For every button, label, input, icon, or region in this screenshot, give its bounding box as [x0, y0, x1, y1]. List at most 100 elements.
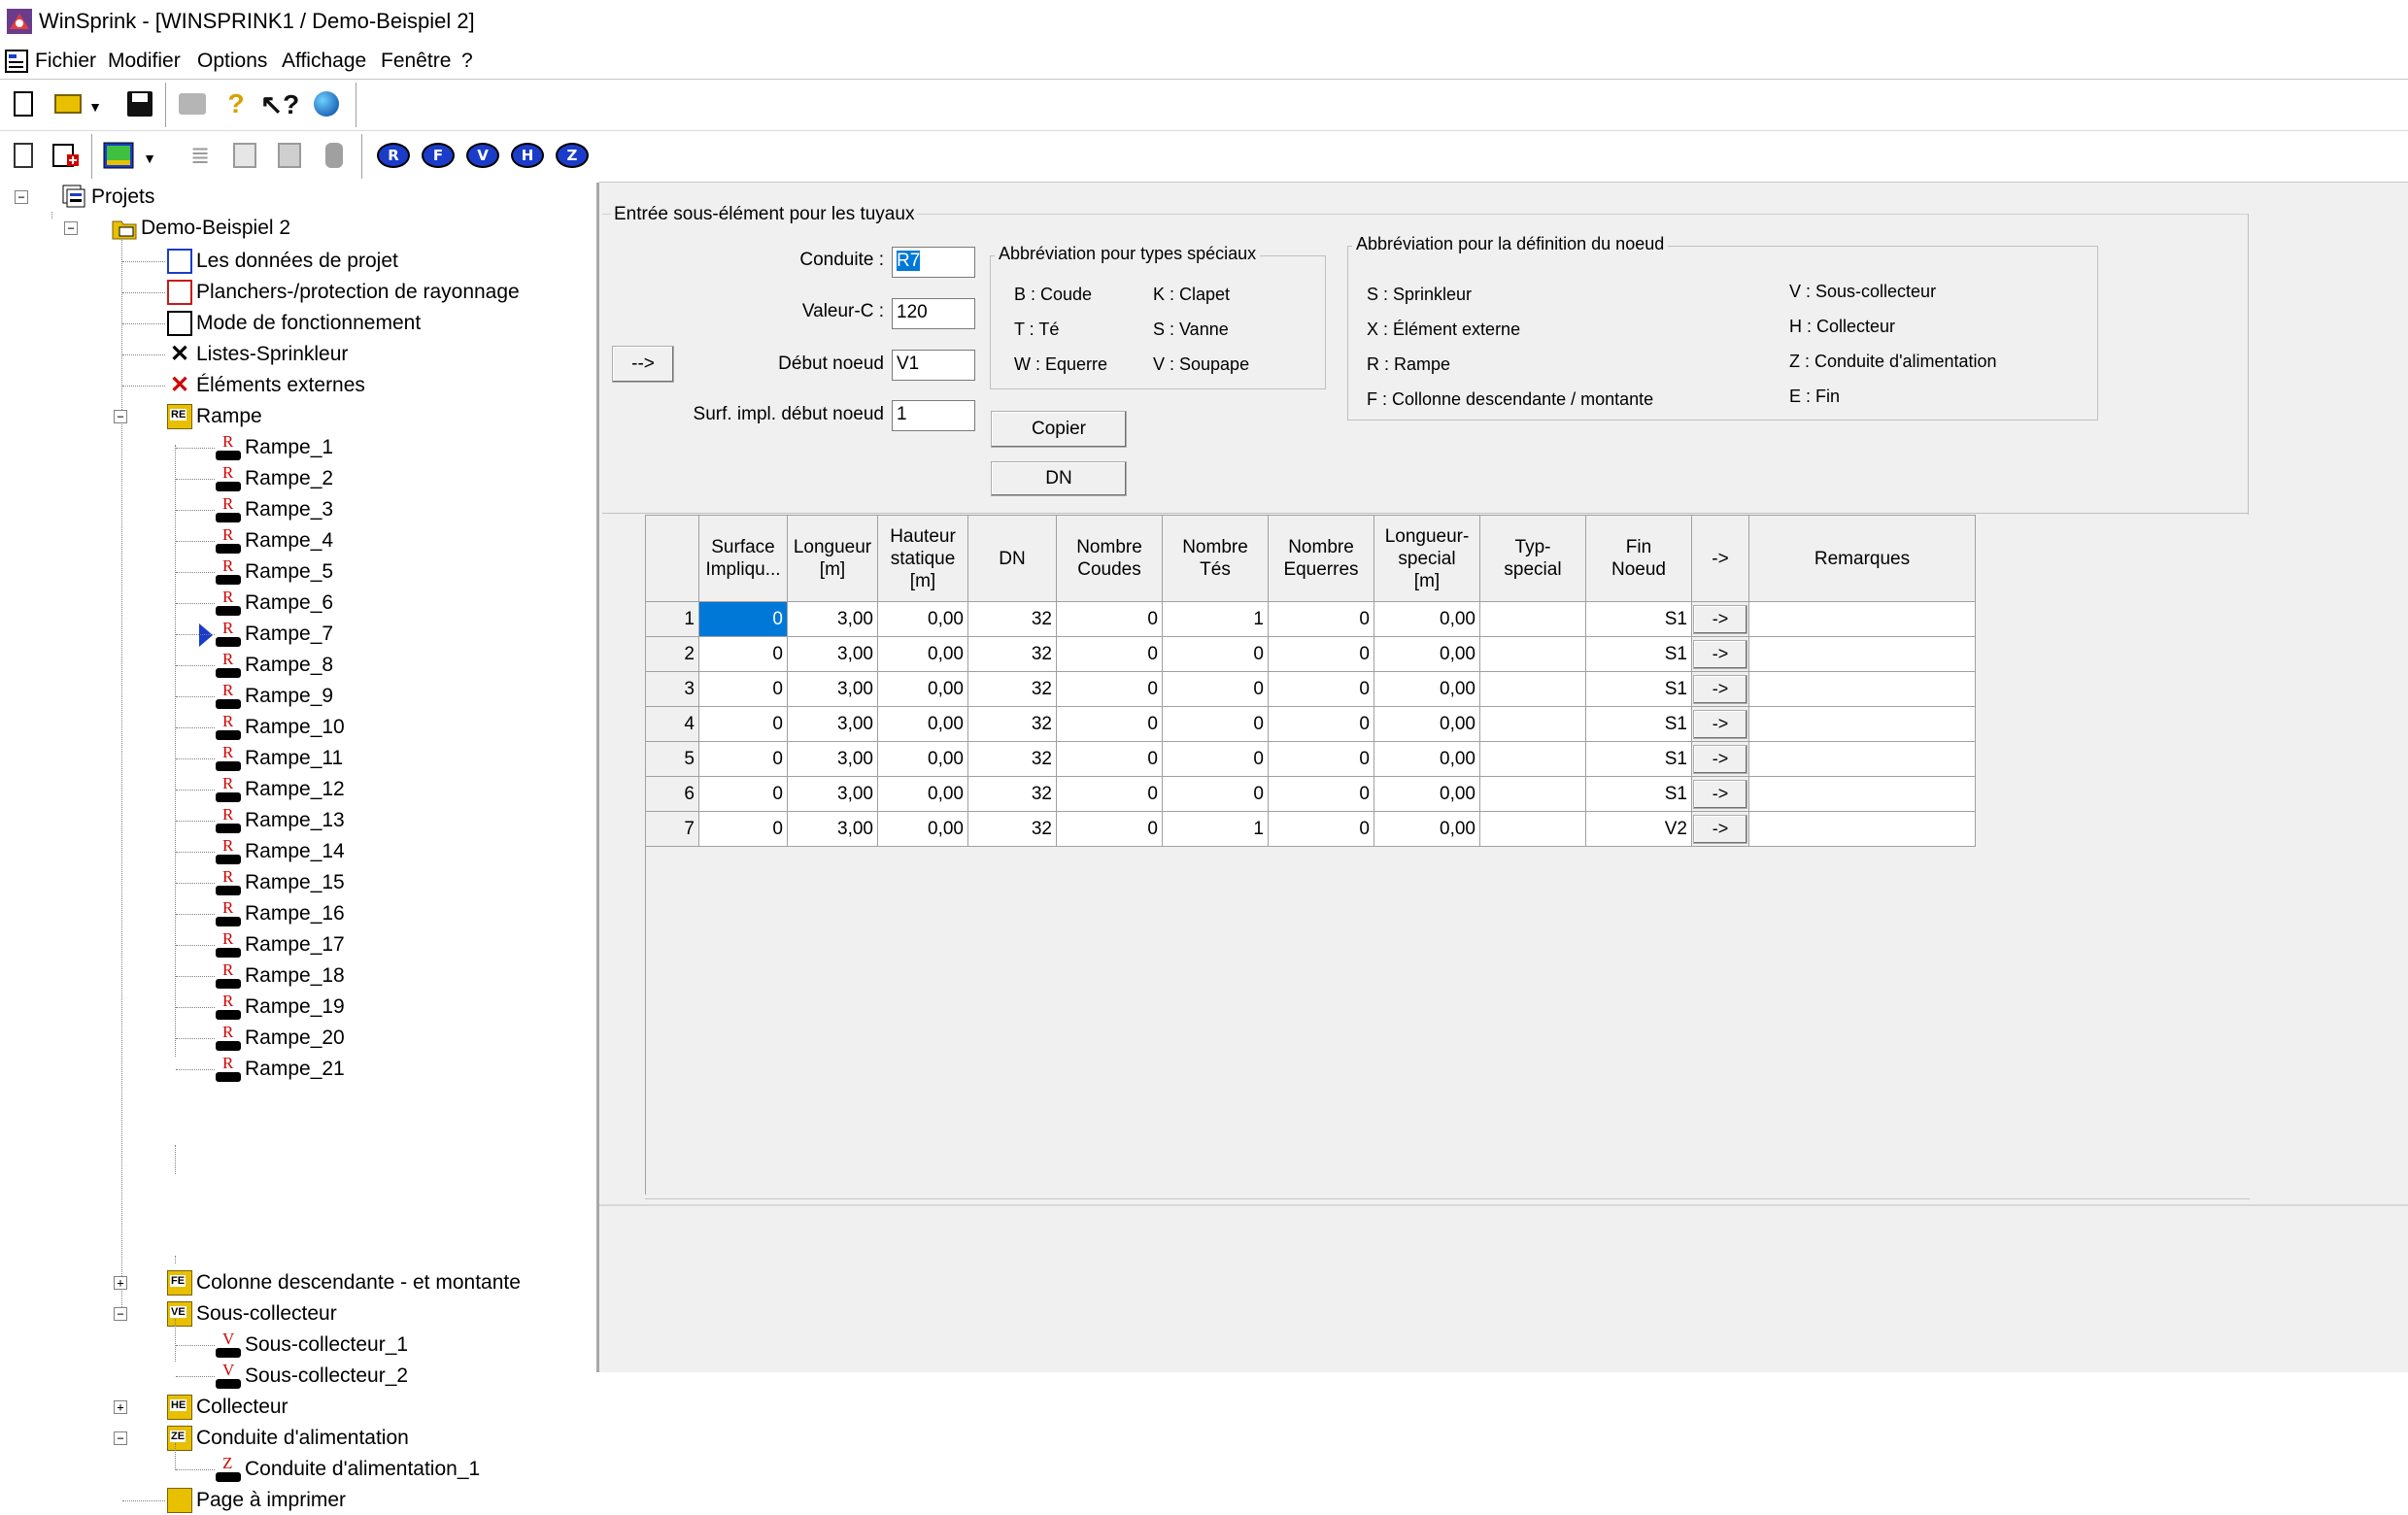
tree-item-rampe[interactable]: R Rampe_18: [216, 960, 345, 991]
grid-cell-hauteur[interactable]: 0,00: [877, 741, 968, 777]
grid-cell-dn[interactable]: 32: [967, 741, 1057, 777]
grid-cell-lspecial[interactable]: 0,00: [1374, 776, 1480, 812]
grid-column-header[interactable]: Longueur-special [m]: [1374, 515, 1480, 602]
grid-cell-surface[interactable]: 0: [698, 636, 788, 672]
grid-row[interactable]: 3 0 3,00 0,00 32 0 0 0 0,00 S1 ->: [645, 671, 1976, 707]
image-view-icon[interactable]: [101, 138, 136, 173]
grid-cell-fin[interactable]: S1: [1585, 706, 1692, 742]
grid-row[interactable]: 7 0 3,00 0,00 32 0 1 0 0,00 V2 ->: [645, 811, 1976, 847]
menu-modifier[interactable]: Modifier: [108, 50, 181, 73]
collapse-toggle[interactable]: −: [15, 190, 28, 204]
grid-cell-hauteur[interactable]: 0,00: [877, 811, 968, 847]
row-number[interactable]: 5: [645, 741, 699, 777]
grid-column-header[interactable]: Remarques: [1748, 515, 1976, 602]
tree-item-rampe[interactable]: R Rampe_20: [216, 1023, 345, 1053]
grid-cell-coudes[interactable]: 0: [1056, 811, 1163, 847]
grid-cell-equerres[interactable]: 0: [1268, 706, 1374, 742]
grid-cell-equerres[interactable]: 0: [1268, 601, 1374, 637]
collapse-toggle[interactable]: −: [114, 1307, 127, 1321]
grid-cell-typ[interactable]: [1479, 811, 1586, 847]
grid-column-header[interactable]: Nombre Tés: [1162, 515, 1269, 602]
conduite-field[interactable]: R7: [892, 247, 975, 278]
grid-cell-lspecial[interactable]: 0,00: [1374, 706, 1480, 742]
grid-cell-typ[interactable]: [1479, 776, 1586, 812]
rampe-letter-button[interactable]: R: [377, 143, 410, 168]
grid-row[interactable]: 6 0 3,00 0,00 32 0 0 0 0,00 S1 ->: [645, 776, 1976, 812]
row-number[interactable]: 4: [645, 706, 699, 742]
grid-cell-dn[interactable]: 32: [967, 636, 1057, 672]
menu-fenetre[interactable]: Fenêtre: [381, 50, 451, 73]
dropdown-arrow-icon[interactable]: ▼: [140, 141, 159, 176]
row-number[interactable]: 6: [645, 776, 699, 812]
tree-folder-collecteur[interactable]: Collecteur: [167, 1393, 288, 1422]
grid-cell-remarques[interactable]: [1748, 671, 1976, 707]
valeur-c-field[interactable]: 120: [892, 298, 975, 329]
pipe-grid[interactable]: Surface Impliqu... Longueur [m] Hauteur stati…: [645, 515, 1976, 847]
expand-toggle[interactable]: +: [114, 1400, 127, 1414]
row-arrow-button[interactable]: ->: [1693, 674, 1747, 704]
add-element-icon[interactable]: [49, 138, 84, 173]
grid-cell-coudes[interactable]: 0: [1056, 706, 1163, 742]
expand-toggle[interactable]: +: [114, 1276, 127, 1290]
grid-cell-lspecial[interactable]: 0,00: [1374, 741, 1480, 777]
grid-cell-remarques[interactable]: [1748, 706, 1976, 742]
tree-item-rampe[interactable]: R Rampe_9: [216, 681, 333, 711]
row-number[interactable]: 3: [645, 671, 699, 707]
collapse-toggle[interactable]: −: [114, 1431, 127, 1445]
grid-column-header[interactable]: Longueur [m]: [787, 515, 878, 602]
grid-cell-remarques[interactable]: [1748, 601, 1976, 637]
grid-cell-tes[interactable]: 0: [1162, 671, 1269, 707]
grid-cell-hauteur[interactable]: 0,00: [877, 601, 968, 637]
tree-item-planchers[interactable]: Planchers-/protection de rayonnage: [167, 278, 520, 307]
sous-collecteur-letter-button[interactable]: V: [466, 143, 499, 168]
grid-cell-arrow[interactable]: ->: [1691, 706, 1749, 742]
grid-cell-hauteur[interactable]: 0,00: [877, 636, 968, 672]
dropdown-arrow-icon[interactable]: ▼: [85, 89, 105, 124]
grid-cell-fin[interactable]: V2: [1585, 811, 1692, 847]
grid-cell-fin[interactable]: S1: [1585, 601, 1692, 637]
dn-button[interactable]: DN: [991, 461, 1127, 496]
open-folder-icon[interactable]: [51, 86, 85, 121]
grid-cell-surface[interactable]: 0: [698, 776, 788, 812]
grid-cell-fin[interactable]: S1: [1585, 636, 1692, 672]
grid-column-header[interactable]: Hauteur statique [m]: [877, 515, 968, 602]
list-icon[interactable]: ≣: [183, 138, 218, 173]
tree-item-rampe[interactable]: R Rampe_13: [216, 805, 345, 835]
project-tree[interactable]: − Projets − Demo-Beispiel 2 Les données …: [0, 183, 596, 1513]
grid-row[interactable]: 5 0 3,00 0,00 32 0 0 0 0,00 S1 ->: [645, 741, 1976, 777]
grid-cell-equerres[interactable]: 0: [1268, 671, 1374, 707]
tree-item-rampe[interactable]: R Rampe_1: [216, 432, 333, 462]
print-icon[interactable]: [175, 86, 210, 121]
tree-project-demo[interactable]: Demo-Beispiel 2: [112, 214, 290, 243]
grid-cell-typ[interactable]: [1479, 706, 1586, 742]
tree-item-rampe[interactable]: R Rampe_3: [216, 494, 333, 524]
grid-cell-coudes[interactable]: 0: [1056, 671, 1163, 707]
grid-cell-tes[interactable]: 0: [1162, 741, 1269, 777]
new-document-icon[interactable]: [6, 86, 41, 121]
menu-affichage[interactable]: Affichage: [282, 50, 366, 73]
tree-root-projets[interactable]: Projets: [62, 183, 154, 212]
grid-cell-hauteur[interactable]: 0,00: [877, 776, 968, 812]
grid-cell-surface[interactable]: 0: [698, 601, 788, 637]
document-menu-icon[interactable]: [4, 49, 29, 74]
grid-cell-fin[interactable]: S1: [1585, 741, 1692, 777]
grid-cell-remarques[interactable]: [1748, 636, 1976, 672]
project-data-icon[interactable]: [6, 138, 41, 173]
grid-column-header[interactable]: Typ-special: [1479, 515, 1586, 602]
grid-cell-equerres[interactable]: 0: [1268, 811, 1374, 847]
grid-cell-dn[interactable]: 32: [967, 776, 1057, 812]
tree-item-rampe[interactable]: R Rampe_14: [216, 836, 345, 866]
grid-row[interactable]: 2 0 3,00 0,00 32 0 0 0 0,00 S1 ->: [645, 636, 1976, 672]
grid-cell-coudes[interactable]: 0: [1056, 636, 1163, 672]
grid-cell-fin[interactable]: S1: [1585, 671, 1692, 707]
tree-item-rampe[interactable]: R Rampe_7: [216, 619, 333, 649]
window-icon[interactable]: [227, 138, 262, 173]
grid-cell-typ[interactable]: [1479, 601, 1586, 637]
grid-column-header[interactable]: ->: [1691, 515, 1749, 602]
tree-item-rampe[interactable]: R Rampe_12: [216, 774, 345, 804]
grid-cell-typ[interactable]: [1479, 636, 1586, 672]
grid-cell-longueur[interactable]: 3,00: [787, 811, 878, 847]
grid-cell-tes[interactable]: 1: [1162, 811, 1269, 847]
tree-item-rampe[interactable]: R Rampe_10: [216, 712, 345, 742]
tree-item-elements-externes[interactable]: ✕ Éléments externes: [167, 371, 365, 400]
